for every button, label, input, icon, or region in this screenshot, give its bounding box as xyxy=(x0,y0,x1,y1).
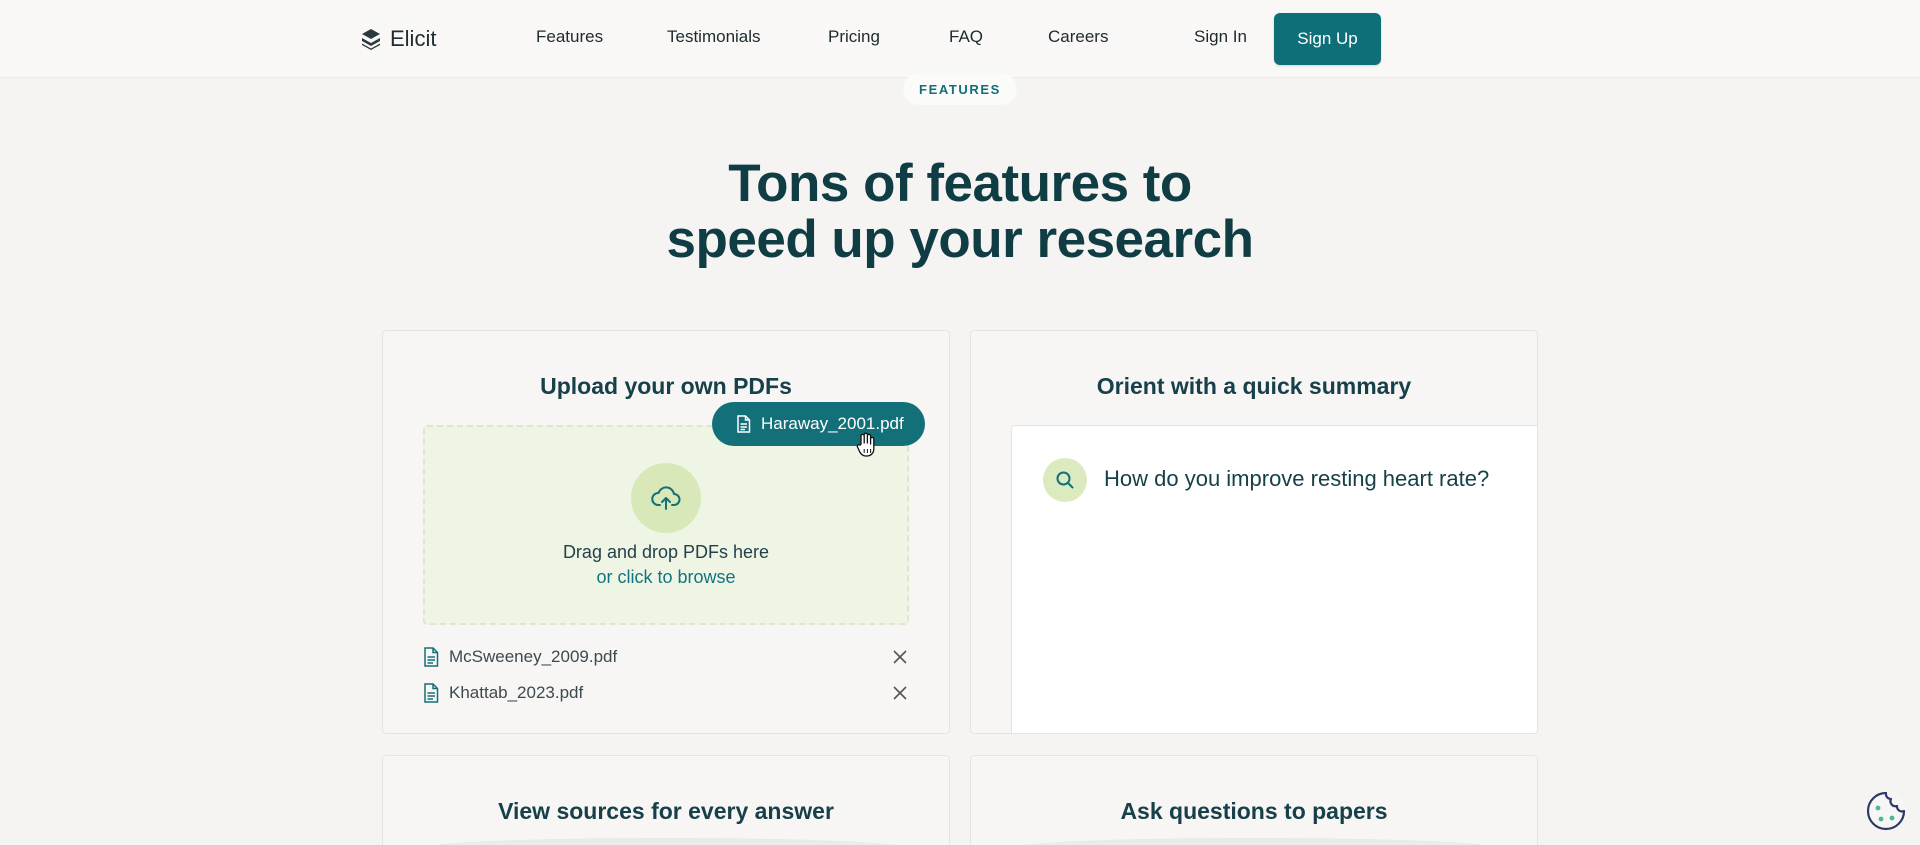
uploaded-file-name: Khattab_2023.pdf xyxy=(449,683,584,702)
view-sources-card: View sources for every answer xyxy=(382,755,950,845)
summary-panel: How do you improve resting heart rate? xyxy=(1011,425,1537,733)
brand-logo[interactable]: Elicit xyxy=(360,26,436,52)
quick-summary-card: Orient with a quick summary How do you i… xyxy=(970,330,1538,734)
close-icon[interactable] xyxy=(891,684,909,702)
brand-name: Elicit xyxy=(390,26,437,51)
dropzone-instructions: Drag and drop PDFs here xyxy=(562,542,770,562)
elicit-logo-icon xyxy=(362,29,380,50)
uploaded-file-row: Khattab_2023.pdf xyxy=(423,678,913,708)
dragging-file-chip[interactable]: Haraway_2001.pdf xyxy=(712,402,925,446)
pdf-dropzone[interactable]: Drag and drop PDFs here or click to brow… xyxy=(423,425,909,625)
search-icon xyxy=(1056,471,1074,489)
example-question: How do you improve resting heart rate? xyxy=(1104,466,1490,491)
document-icon xyxy=(737,415,751,433)
hero-title: Tons of features to speed up your resear… xyxy=(560,156,1360,268)
upload-pdfs-card: Upload your own PDFs Drag and drop PDFs … xyxy=(382,330,950,734)
preview-shadow xyxy=(423,838,909,845)
ask-card-title: Ask questions to papers xyxy=(1120,798,1388,824)
nav-link-testimonials[interactable]: Testimonials xyxy=(667,27,761,47)
nav-link-pricing[interactable]: Pricing xyxy=(828,27,880,47)
hand-cursor-icon xyxy=(856,432,875,457)
ask-questions-card: Ask questions to papers xyxy=(970,755,1538,845)
nav-link-faq[interactable]: FAQ xyxy=(949,27,983,47)
search-badge xyxy=(1043,458,1087,502)
summary-card-title: Orient with a quick summary xyxy=(1096,373,1412,399)
upload-card-title: Upload your own PDFs xyxy=(540,373,792,399)
browse-link[interactable]: or click to browse xyxy=(425,567,907,588)
sign-in-link[interactable]: Sign In xyxy=(1194,27,1247,47)
close-icon[interactable] xyxy=(891,648,909,666)
sign-up-button[interactable]: Sign Up xyxy=(1274,13,1381,65)
section-badge: FEATURES xyxy=(903,73,1017,105)
cookie-icon[interactable] xyxy=(1864,789,1908,833)
document-icon xyxy=(424,683,439,703)
hero-title-line1: Tons of features to xyxy=(728,154,1192,213)
document-icon xyxy=(424,647,439,667)
sources-card-title: View sources for every answer xyxy=(498,798,834,824)
upload-button[interactable] xyxy=(631,463,701,533)
top-nav: Elicit Features Testimonials Pricing FAQ… xyxy=(0,0,1920,78)
nav-link-careers[interactable]: Careers xyxy=(1048,27,1108,47)
uploaded-file-row: McSweeney_2009.pdf xyxy=(423,642,913,672)
nav-link-features[interactable]: Features xyxy=(536,27,603,47)
uploaded-file-name: McSweeney_2009.pdf xyxy=(449,647,618,666)
hero-title-line2: speed up your research xyxy=(666,210,1254,269)
upload-cloud-icon xyxy=(651,486,681,510)
preview-shadow xyxy=(1011,838,1497,845)
dragging-file-name: Haraway_2001.pdf xyxy=(761,414,904,433)
